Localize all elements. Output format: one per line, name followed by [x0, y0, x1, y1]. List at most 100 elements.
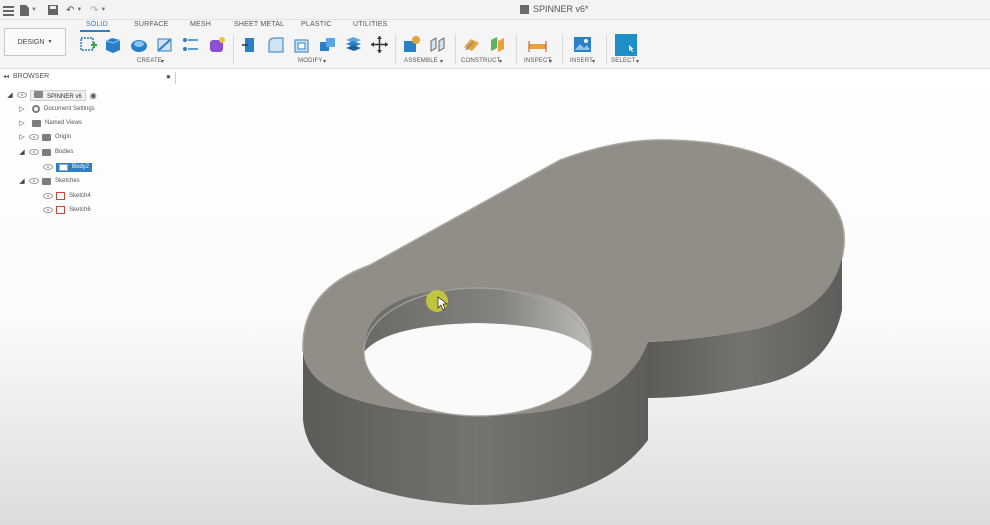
component-icon — [34, 90, 43, 98]
ribbon-divider — [455, 34, 456, 64]
ribbon-divider — [562, 34, 563, 64]
tree-item-sketch6[interactable]: Sketch6 — [40, 204, 91, 216]
tree-item-body2-label: Body2 — [56, 162, 93, 172]
group-inspect[interactable]: INSPECT — [524, 58, 551, 64]
group-create-arrow: ▾ — [161, 59, 165, 65]
press-pull-icon[interactable] — [240, 35, 259, 54]
pattern-icon[interactable] — [181, 35, 200, 54]
sweep-icon[interactable] — [155, 35, 174, 54]
group-insert-arrow: ▾ — [592, 59, 596, 65]
ribbon-divider — [395, 34, 396, 64]
folder-icon — [42, 133, 51, 141]
group-construct-arrow: ▾ — [499, 59, 503, 65]
expand-triangle-icon[interactable]: ▷ — [18, 119, 26, 127]
ribbon-divider — [233, 34, 234, 64]
group-assemble[interactable]: ASSEMBLE — [404, 58, 438, 64]
tree-root[interactable]: ◢ SPINNER v6 ◉ — [6, 89, 97, 101]
title-bar: ▼ ↶ ▼ ↷ ▼ SPINNER v6* — [0, 0, 990, 20]
activate-radio-icon[interactable]: ◉ — [90, 91, 97, 100]
tree-item-sketch4[interactable]: Sketch4 — [40, 190, 91, 202]
create-form-icon[interactable] — [207, 35, 226, 54]
visibility-eye-icon[interactable] — [43, 207, 53, 213]
extrude-icon[interactable] — [103, 35, 122, 54]
group-modify[interactable]: MODIFY — [298, 58, 323, 64]
group-inspect-arrow: ▾ — [549, 59, 553, 65]
tree-item-bodies[interactable]: ◢ Bodies — [18, 146, 73, 158]
expand-triangle-icon[interactable]: ▷ — [18, 105, 26, 113]
visibility-eye-icon[interactable] — [17, 92, 27, 98]
expand-triangle-icon[interactable]: ◢ — [18, 177, 26, 185]
save-button[interactable] — [48, 3, 58, 17]
sketch-icon — [56, 206, 65, 214]
body-icon — [59, 163, 68, 171]
gear-icon — [32, 105, 40, 113]
folder-icon — [42, 177, 51, 185]
browser-title: BROWSER — [13, 73, 50, 80]
revolve-icon[interactable] — [129, 35, 148, 54]
tab-mesh[interactable]: MESH — [190, 21, 211, 28]
folder-icon — [42, 148, 51, 156]
visibility-eye-icon[interactable] — [29, 149, 39, 155]
split-body-icon[interactable] — [344, 35, 363, 54]
tree-root-label: SPINNER v6 — [30, 89, 86, 101]
collapse-browser-icon[interactable]: ◂◂ — [3, 73, 9, 80]
group-construct[interactable]: CONSTRUCT — [461, 58, 500, 64]
tab-solid[interactable]: SOLID — [86, 21, 108, 28]
chevron-down-icon: ▼ — [47, 39, 53, 45]
workspace-dropdown[interactable]: DESIGN ▼ — [4, 28, 66, 56]
shell-icon[interactable] — [292, 35, 311, 54]
create-sketch-icon[interactable] — [79, 35, 98, 54]
tree-item-sketches[interactable]: ◢ Sketches — [18, 175, 80, 187]
expand-triangle-icon[interactable]: ▷ — [18, 133, 26, 141]
undo-icon: ↶ — [66, 4, 75, 16]
new-component-icon[interactable] — [402, 35, 421, 54]
tab-surface[interactable]: SURFACE — [134, 21, 168, 28]
measure-icon[interactable] — [528, 35, 547, 54]
fillet-icon[interactable] — [266, 35, 285, 54]
folder-icon — [32, 119, 41, 127]
active-tab-underline — [80, 30, 110, 32]
move-copy-icon[interactable] — [370, 35, 389, 54]
visibility-eye-icon[interactable] — [29, 134, 39, 140]
tab-utilities[interactable]: UTILITIES — [353, 21, 387, 28]
toolbar-ribbon: SOLID SURFACE MESH SHEET METAL PLASTIC U… — [0, 20, 990, 69]
pin-icon[interactable]: ● — [166, 72, 171, 81]
file-icon — [20, 4, 29, 16]
tree-item-document-settings[interactable]: ▷ Document Settings — [18, 103, 95, 115]
tab-plastic[interactable]: PLASTIC — [301, 21, 332, 28]
offset-plane-icon[interactable] — [462, 35, 481, 54]
group-select-arrow: ▾ — [636, 59, 640, 65]
visibility-eye-icon[interactable] — [43, 164, 53, 170]
combine-icon[interactable] — [318, 35, 337, 54]
joint-icon[interactable] — [428, 35, 447, 54]
ribbon-divider — [516, 34, 517, 64]
redo-button[interactable]: ↷ ▼ — [90, 3, 106, 17]
visibility-eye-icon[interactable] — [43, 193, 53, 199]
browser-header: ◂◂ BROWSER ● — [0, 72, 180, 84]
group-assemble-arrow: ▾ — [440, 59, 444, 65]
document-cube-icon — [520, 4, 529, 14]
expand-triangle-icon[interactable]: ◢ — [6, 91, 14, 99]
menu-grid-icon[interactable] — [3, 3, 14, 17]
group-insert[interactable]: INSERT — [570, 58, 593, 64]
insert-image-icon[interactable] — [573, 35, 592, 54]
tab-sheet-metal[interactable]: SHEET METAL — [234, 21, 284, 28]
save-icon — [48, 5, 58, 15]
tree-item-named-views[interactable]: ▷ Named Views — [18, 117, 82, 129]
redo-icon: ↷ — [90, 4, 99, 16]
tree-item-body2[interactable]: Body2 — [40, 161, 93, 173]
document-title: SPINNER v6* — [520, 4, 589, 14]
group-select[interactable]: SELECT — [611, 58, 636, 64]
file-menu-button[interactable]: ▼ — [20, 3, 37, 17]
group-modify-arrow: ▾ — [323, 59, 327, 65]
group-create[interactable]: CREATE — [137, 58, 162, 64]
visibility-eye-icon[interactable] — [29, 178, 39, 184]
expand-triangle-icon[interactable]: ◢ — [18, 148, 26, 156]
undo-button[interactable]: ↶ ▼ — [66, 3, 82, 17]
ribbon-divider — [606, 34, 607, 64]
plane-at-angle-icon[interactable] — [488, 35, 507, 54]
tree-item-origin[interactable]: ▷ Origin — [18, 131, 71, 143]
3d-viewport[interactable] — [0, 69, 990, 525]
browser-divider — [175, 72, 176, 84]
select-tool-icon[interactable] — [615, 34, 637, 56]
